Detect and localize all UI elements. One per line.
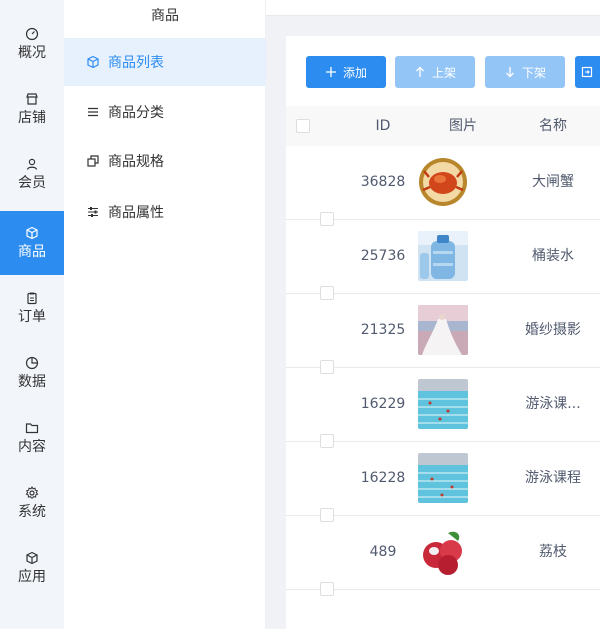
submenu-item-label: 商品列表 [108,55,164,71]
row-id: 21325 [360,322,406,338]
copy-icon [87,155,99,167]
table-row[interactable]: 36828 大闸蟹 [286,146,600,226]
submenu-item-product-spec[interactable]: 商品规格 [64,137,266,185]
submenu-title: 商品 [151,8,179,24]
product-image-wedding-photo [418,305,468,355]
off-shelf-button[interactable]: 下架 [485,56,565,88]
row-name: 大闸蟹 [532,174,574,190]
row-id: 36828 [360,174,406,190]
sliders-icon [88,207,98,217]
dashboard-icon [25,27,39,41]
product-image-swimming-pool [418,453,468,503]
rail-item-label: 内容 [18,439,46,455]
table-row[interactable]: 16228 游泳课程 [286,442,600,522]
select-all-checkbox[interactable] [296,119,310,133]
store-icon [26,93,38,105]
row-name: 荔枝 [539,544,567,560]
plus-icon [325,67,336,77]
row-id: 16228 [360,470,406,486]
product-image-water-bottle [418,231,468,281]
main-content: 添加 上架 下架 ID 图片 名称 36828 大闸蟹 25736 桶装水 21… [266,0,600,629]
export-icon [581,66,593,78]
column-header-id: ID [375,118,391,134]
on-shelf-button[interactable]: 上架 [395,56,475,88]
column-header-image: 图片 [449,118,477,134]
product-image-lychee [418,527,468,577]
row-id: 489 [369,544,397,560]
rail-item-overview[interactable]: 概况 [0,12,64,76]
rail-item-apps[interactable]: 应用 [0,536,64,600]
off-shelf-button-label: 下架 [521,65,546,80]
row-name: 游泳课... [525,396,581,412]
box-icon [26,226,38,240]
submenu-item-label: 商品规格 [108,154,164,170]
submenu-item-product-category[interactable]: 商品分类 [64,88,266,136]
box-icon [87,55,99,69]
arrow-up-icon [416,66,424,77]
row-checkbox[interactable] [320,582,334,596]
column-header-name: 名称 [539,118,567,134]
pie-chart-icon [25,356,39,370]
table-header: ID 图片 名称 [286,106,600,146]
rail-item-products[interactable]: 商品 [0,211,64,275]
row-id: 25736 [360,248,406,264]
row-id: 16229 [360,396,406,412]
table-row[interactable]: 16229 游泳课... [286,368,600,448]
clipboard-icon [27,292,37,305]
rail-item-members[interactable]: 会员 [0,142,64,206]
primary-nav-rail: 概况 店铺 会员 商品 订单 数据 内容 系统 应用 [0,0,64,629]
rail-item-label: 会员 [18,175,46,191]
row-name: 桶装水 [532,248,574,264]
submenu-item-label: 商品属性 [108,205,164,221]
folder-icon [25,423,39,434]
top-header-bar [266,0,600,16]
table-row[interactable]: 25736 桶装水 [286,220,600,300]
rail-item-label: 订单 [18,309,46,325]
on-shelf-button-label: 上架 [431,65,456,80]
product-image-crab [418,157,468,207]
rail-item-label: 店铺 [18,110,46,126]
rail-item-label: 系统 [18,504,46,520]
add-button[interactable]: 添加 [306,56,386,88]
rail-item-store[interactable]: 店铺 [0,77,64,141]
gear-icon [25,486,39,499]
table-row[interactable]: 489 荔枝 [286,516,600,596]
export-button[interactable] [575,56,600,88]
cube-icon [26,551,38,565]
row-name: 婚纱摄影 [525,322,581,338]
rail-item-system[interactable]: 系统 [0,471,64,535]
user-icon [26,158,38,170]
submenu-item-product-attributes[interactable]: 商品属性 [64,188,266,236]
rail-item-label: 概况 [18,45,46,61]
add-button-label: 添加 [342,65,367,80]
rail-item-label: 商品 [18,244,46,260]
list-icon [88,107,98,117]
row-name: 游泳课程 [525,470,581,486]
rail-item-content[interactable]: 内容 [0,406,64,470]
submenu-item-product-list[interactable]: 商品列表 [64,38,266,86]
arrow-down-icon [506,67,514,78]
rail-item-label: 应用 [18,569,46,585]
rail-item-orders[interactable]: 订单 [0,276,64,340]
product-image-swimming-pool [418,379,468,429]
submenu-item-label: 商品分类 [108,105,164,121]
secondary-menu: 商品 商品列表 商品分类 商品规格 商品属性 [64,0,266,629]
rail-item-label: 数据 [18,374,46,390]
table-row[interactable]: 21325 婚纱摄影 [286,294,600,374]
rail-item-data[interactable]: 数据 [0,341,64,405]
